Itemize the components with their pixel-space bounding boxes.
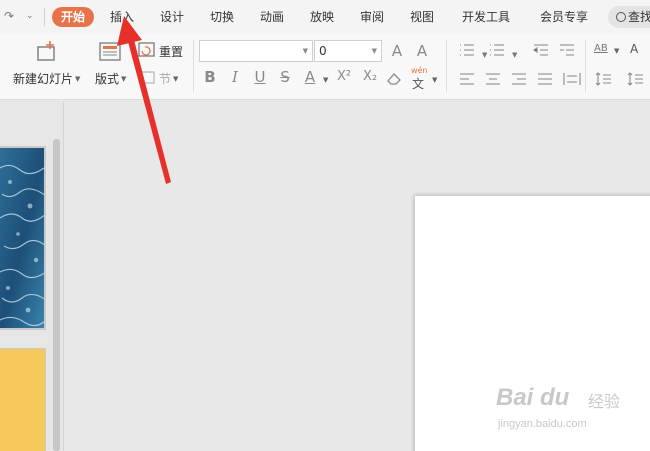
- tab-developer-tools[interactable]: 开发工具: [462, 7, 510, 27]
- redo-icon[interactable]: ↷: [4, 9, 14, 23]
- tab-view[interactable]: 视图: [410, 7, 434, 27]
- slide-thumbnail-1[interactable]: [0, 146, 46, 330]
- chevron-down-icon[interactable]: ▼: [323, 76, 328, 84]
- tab-review[interactable]: 审阅: [360, 7, 384, 27]
- svg-text:▼: ▼: [512, 51, 518, 59]
- svg-text:▼: ▼: [482, 51, 488, 59]
- watermark-brand-cn: 经验: [588, 392, 621, 411]
- subscript-icon[interactable]: X₂: [358, 68, 382, 86]
- tab-insert[interactable]: 插入: [110, 7, 134, 27]
- watermark-url: jingyan.baidu.com: [498, 418, 587, 430]
- chevron-down-icon[interactable]: ▼: [614, 47, 619, 55]
- divider: [585, 40, 586, 92]
- scrollbar[interactable]: [53, 139, 60, 451]
- search-icon: [616, 12, 626, 22]
- divider: [446, 40, 447, 92]
- chevron-down-icon: ▼: [173, 75, 179, 83]
- divider: [193, 40, 194, 92]
- new-slide-icon[interactable]: [36, 40, 58, 62]
- quick-access-dropdown-icon[interactable]: ⌄: [26, 11, 34, 21]
- tab-start[interactable]: 开始: [52, 7, 95, 27]
- chevron-down-icon[interactable]: ▼: [432, 76, 437, 84]
- reset-icon[interactable]: [138, 42, 156, 58]
- section-button[interactable]: 节 ▼: [159, 70, 178, 87]
- chevron-down-icon: ▼: [302, 47, 308, 55]
- tab-transition[interactable]: 切换: [210, 7, 234, 27]
- search-label: 查找: [628, 10, 650, 24]
- new-slide-label: 新建幻灯片: [13, 72, 74, 86]
- phonetic-guide-icon[interactable]: wén 文: [410, 66, 430, 91]
- line-spacing-icon[interactable]: A: [630, 42, 638, 56]
- font-name-dropdown[interactable]: ▼: [199, 40, 313, 62]
- font-color-icon[interactable]: A: [301, 68, 319, 86]
- font-size-dropdown[interactable]: 0 ▼: [314, 40, 382, 62]
- section-label: 节: [159, 72, 172, 86]
- layout-icon[interactable]: [99, 42, 121, 62]
- text-direction-icon[interactable]: AB: [594, 43, 608, 54]
- eraser-icon[interactable]: [386, 70, 404, 86]
- grow-font-icon[interactable]: A: [388, 42, 406, 60]
- italic-icon[interactable]: I: [226, 68, 244, 86]
- font-size-value: 0: [319, 44, 327, 58]
- superscript-icon[interactable]: X²: [332, 68, 356, 86]
- reset-label[interactable]: 重置: [159, 43, 183, 60]
- phonetic-bottom: 文: [412, 77, 425, 91]
- watermark: Bai du 经验 jingyan.baidu.com: [496, 384, 646, 444]
- tab-slideshow[interactable]: 放映: [310, 7, 334, 27]
- underline-icon[interactable]: U: [251, 68, 269, 86]
- chevron-down-icon: ▼: [75, 75, 81, 83]
- divider: [44, 8, 45, 26]
- slide-thumbnail-panel: [0, 101, 64, 451]
- layout-button[interactable]: 版式 ▼: [95, 70, 126, 87]
- new-slide-button[interactable]: 新建幻灯片 ▼: [13, 70, 80, 87]
- tab-design[interactable]: 设计: [160, 7, 184, 27]
- search-button[interactable]: 查找: [608, 6, 650, 28]
- text-spacing-tools[interactable]: [596, 72, 650, 88]
- ribbon-toolbar: 新建幻灯片 ▼ 版式 ▼ 重置 节 ▼ ▼ 0 ▼ A A B I U S A ▼ X²…: [0, 34, 650, 100]
- strikethrough-icon[interactable]: S: [276, 68, 294, 86]
- watermark-brand: Bai du: [496, 384, 570, 411]
- chevron-down-icon: ▼: [371, 47, 377, 55]
- ocean-image: [0, 148, 44, 328]
- menu-tab-bar: ↷ ⌄ 开始 插入 设计 切换 动画 放映 审阅 视图 开发工具 会员专享 查找: [0, 0, 650, 34]
- tab-member[interactable]: 会员专享: [540, 7, 588, 27]
- tab-animation[interactable]: 动画: [260, 7, 284, 27]
- layout-label: 版式: [95, 72, 120, 86]
- bold-icon[interactable]: B: [201, 68, 219, 86]
- shrink-font-icon[interactable]: A: [413, 42, 431, 60]
- phonetic-top: wén: [411, 66, 428, 75]
- section-icon[interactable]: [140, 69, 156, 85]
- slide-thumbnail-2[interactable]: [0, 348, 46, 451]
- chevron-down-icon: ▼: [121, 75, 127, 83]
